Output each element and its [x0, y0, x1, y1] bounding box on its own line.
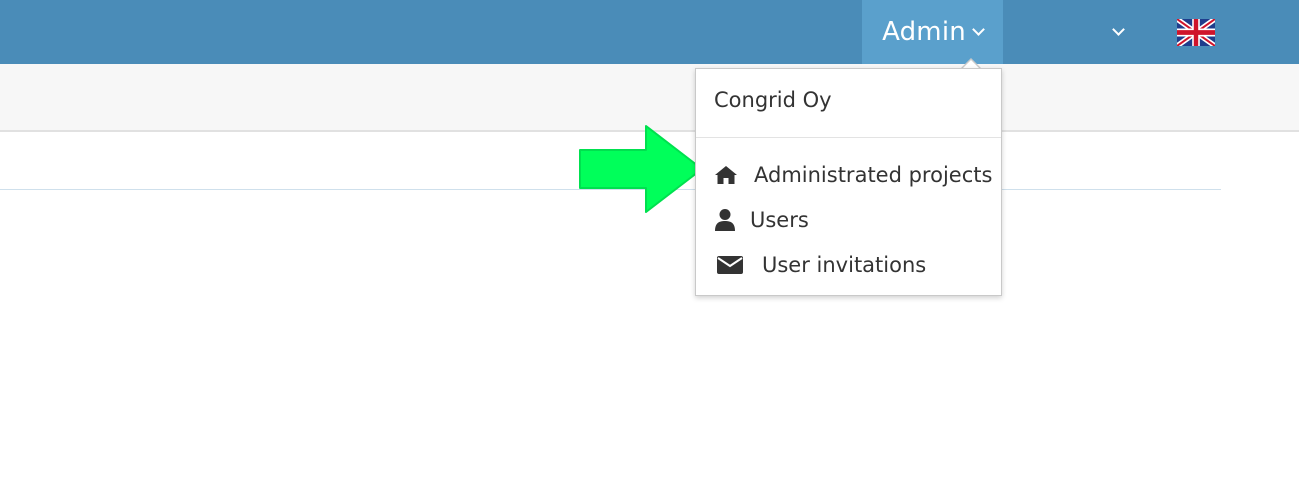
menu-item-administrated-projects[interactable]: Administrated projects — [696, 155, 1001, 195]
chevron-down-icon — [972, 23, 985, 36]
admin-menu-label: Admin — [882, 17, 966, 47]
user-icon — [715, 209, 735, 231]
uk-flag-icon[interactable] — [1177, 19, 1215, 46]
company-name: Congrid Oy — [714, 88, 832, 112]
admin-menu-toggle[interactable]: Admin — [862, 0, 1003, 64]
envelope-icon — [717, 256, 743, 274]
chevron-down-icon — [1112, 23, 1125, 36]
menu-item-user-invitations[interactable]: User invitations — [696, 245, 1001, 285]
top-navbar: Admin — [0, 0, 1299, 64]
home-icon — [715, 166, 737, 184]
green-arrow-annotation — [579, 125, 703, 213]
user-menu-toggle[interactable] — [1005, 0, 1135, 64]
secondary-toolbar — [0, 64, 1299, 132]
menu-item-label: Administrated projects — [754, 163, 993, 187]
dropdown-divider — [696, 137, 1001, 138]
admin-dropdown-menu: Congrid Oy Administrated projects Users … — [695, 68, 1002, 296]
menu-item-users[interactable]: Users — [696, 200, 1001, 240]
menu-item-label: Users — [750, 208, 809, 232]
menu-item-label: User invitations — [762, 253, 927, 277]
